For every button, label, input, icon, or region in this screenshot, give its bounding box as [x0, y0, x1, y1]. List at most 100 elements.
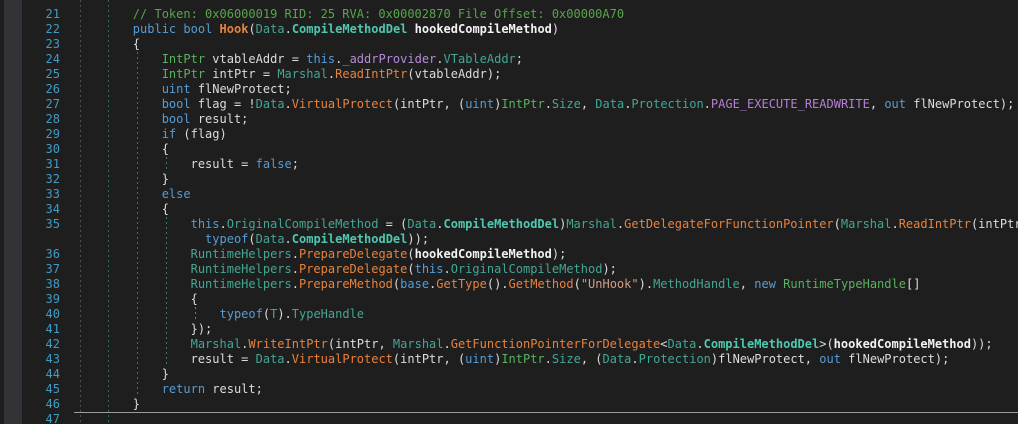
code-token[interactable]: flag = !	[191, 97, 256, 111]
code-token[interactable]: Marshal	[277, 67, 328, 81]
code-token[interactable]: this	[191, 217, 220, 231]
code-token[interactable]: result =	[75, 157, 256, 171]
code-token[interactable]	[75, 112, 162, 126]
code-token[interactable]: = (	[378, 217, 407, 231]
decompiler-code-editor[interactable]: 21 // Token: 0x06000019 RID: 25 RVA: 0x0…	[0, 0, 1018, 424]
code-line[interactable]: typeof(Data.CompileMethodDel));	[0, 232, 1018, 247]
code-token[interactable]: typeof	[220, 307, 263, 321]
code-token[interactable]: out	[884, 97, 906, 111]
code-line[interactable]: 41 });	[0, 322, 1018, 337]
code-line[interactable]: 43 result = Data.VirtualProtect(intPtr, …	[0, 352, 1018, 367]
code-token[interactable]	[75, 262, 191, 276]
code-line-text[interactable]: else	[64, 187, 1018, 202]
code-token[interactable]: typeof	[205, 232, 248, 246]
code-token[interactable]: }	[75, 367, 169, 381]
code-token[interactable]: CompileMethodDel	[292, 232, 408, 246]
code-token[interactable]: .	[285, 352, 292, 366]
code-token[interactable]	[75, 247, 191, 261]
code-token[interactable]	[75, 217, 191, 231]
code-line-text[interactable]: });	[64, 322, 1018, 337]
code-token[interactable]: Data	[256, 22, 285, 36]
code-line[interactable]: 38 RuntimeHelpers.PrepareMethod(base.Get…	[0, 277, 1018, 292]
code-token[interactable]	[407, 22, 414, 36]
code-token[interactable]: OriginalCompileMethod	[451, 262, 603, 276]
code-token[interactable]	[75, 187, 162, 201]
code-line[interactable]: 21 // Token: 0x06000019 RID: 25 RVA: 0x0…	[0, 7, 1018, 22]
code-token[interactable]: (	[574, 277, 581, 291]
code-token[interactable]: OriginalCompileMethod	[227, 217, 379, 231]
code-token[interactable]: Protection	[631, 97, 703, 111]
code-token[interactable]: .	[292, 247, 299, 261]
code-line[interactable]: 24 IntPtr vtableAddr = this._addrProvide…	[0, 52, 1018, 67]
code-token[interactable]	[75, 7, 133, 21]
code-line[interactable]: 26 uint flNewProtect;	[0, 82, 1018, 97]
code-line-text[interactable]: RuntimeHelpers.PrepareDelegate(this.Orig…	[64, 262, 1018, 277]
code-token[interactable]: intPtr =	[205, 67, 277, 81]
code-token[interactable]: Data	[256, 97, 285, 111]
code-line-text[interactable]: RuntimeHelpers.PrepareMethod(base.GetTyp…	[64, 277, 1018, 292]
code-line[interactable]: 23 {	[0, 37, 1018, 52]
code-token[interactable]: hookedCompileMethod	[834, 337, 971, 351]
code-token[interactable]: Marshal	[566, 217, 617, 231]
code-token[interactable]: ;	[516, 52, 523, 66]
code-token[interactable]: CompileMethodDel	[444, 217, 560, 231]
code-token[interactable]: {	[75, 202, 169, 216]
code-token[interactable]: PrepareDelegate	[299, 247, 407, 261]
code-token[interactable]: .	[285, 22, 292, 36]
code-line[interactable]: 36 RuntimeHelpers.PrepareDelegate(hooked…	[0, 247, 1018, 262]
code-token[interactable]: VirtualProtect	[292, 97, 393, 111]
code-token[interactable]: uint	[465, 97, 494, 111]
code-token[interactable]: // Token: 0x06000019 RID: 25 RVA: 0x0000…	[133, 7, 624, 21]
code-line[interactable]: 46 }	[0, 397, 1018, 412]
code-token[interactable]: .	[545, 352, 552, 366]
code-token[interactable]: ;	[292, 157, 299, 171]
code-line-text[interactable]: {	[64, 202, 1018, 217]
code-line[interactable]: 44 }	[0, 367, 1018, 382]
code-token[interactable]: PrepareDelegate	[299, 262, 407, 276]
code-line-text[interactable]: {	[64, 292, 1018, 307]
code-token[interactable]: .	[545, 97, 552, 111]
code-line-text[interactable]: }	[64, 397, 1018, 412]
code-token[interactable]: {	[75, 37, 140, 51]
code-token[interactable]: Data	[407, 217, 436, 231]
code-token[interactable]: );	[552, 247, 566, 261]
code-token[interactable]: {	[75, 142, 169, 156]
code-token[interactable]: (	[248, 22, 255, 36]
code-token[interactable]: .	[285, 97, 292, 111]
code-token[interactable]: bool	[183, 22, 212, 36]
code-token[interactable]: flNewProtect;	[191, 82, 292, 96]
code-token[interactable]	[75, 97, 162, 111]
code-token[interactable]	[75, 67, 162, 81]
code-line[interactable]: 32 }	[0, 172, 1018, 187]
code-token[interactable]: GetDelegateForFunctionPointer	[624, 217, 834, 231]
code-token[interactable]: .	[292, 262, 299, 276]
code-token[interactable]: IntPtr	[501, 97, 544, 111]
code-token[interactable]: hookedCompileMethod	[415, 22, 552, 36]
code-token[interactable]: IntPtr	[162, 52, 205, 66]
code-token[interactable]: ));	[407, 232, 429, 246]
code-token[interactable]: Marshal	[841, 217, 892, 231]
code-token[interactable]: out	[819, 352, 841, 366]
code-token[interactable]: .	[292, 277, 299, 291]
code-line[interactable]: 28 bool result;	[0, 112, 1018, 127]
code-token[interactable]: return	[162, 382, 205, 396]
code-token[interactable]: []	[906, 277, 920, 291]
code-token[interactable]: ().	[487, 277, 509, 291]
code-token[interactable]: ReadIntPtr	[899, 217, 971, 231]
code-token[interactable]: Data	[256, 352, 285, 366]
code-token[interactable]: , (	[581, 352, 603, 366]
code-token[interactable]: base	[400, 277, 429, 291]
code-token[interactable]: TypeHandle	[292, 307, 364, 321]
code-line-text[interactable]: // Token: 0x06000019 RID: 25 RVA: 0x0000…	[64, 7, 1018, 22]
code-line-text[interactable]: result = Data.VirtualProtect(intPtr, (ui…	[64, 352, 1018, 367]
code-token[interactable]: .	[436, 217, 443, 231]
code-token[interactable]: Hook	[220, 22, 249, 36]
code-token[interactable]: Marshal	[191, 337, 242, 351]
code-token[interactable]: bool	[162, 112, 191, 126]
code-token[interactable]: hookedCompileMethod	[415, 247, 552, 261]
code-token[interactable]: )	[552, 22, 559, 36]
code-line[interactable]: 35 this.OriginalCompileMethod = (Data.Co…	[0, 217, 1018, 232]
code-line[interactable]: 45 return result;	[0, 382, 1018, 397]
code-token[interactable]	[75, 232, 205, 246]
code-token[interactable]: IntPtr	[162, 67, 205, 81]
